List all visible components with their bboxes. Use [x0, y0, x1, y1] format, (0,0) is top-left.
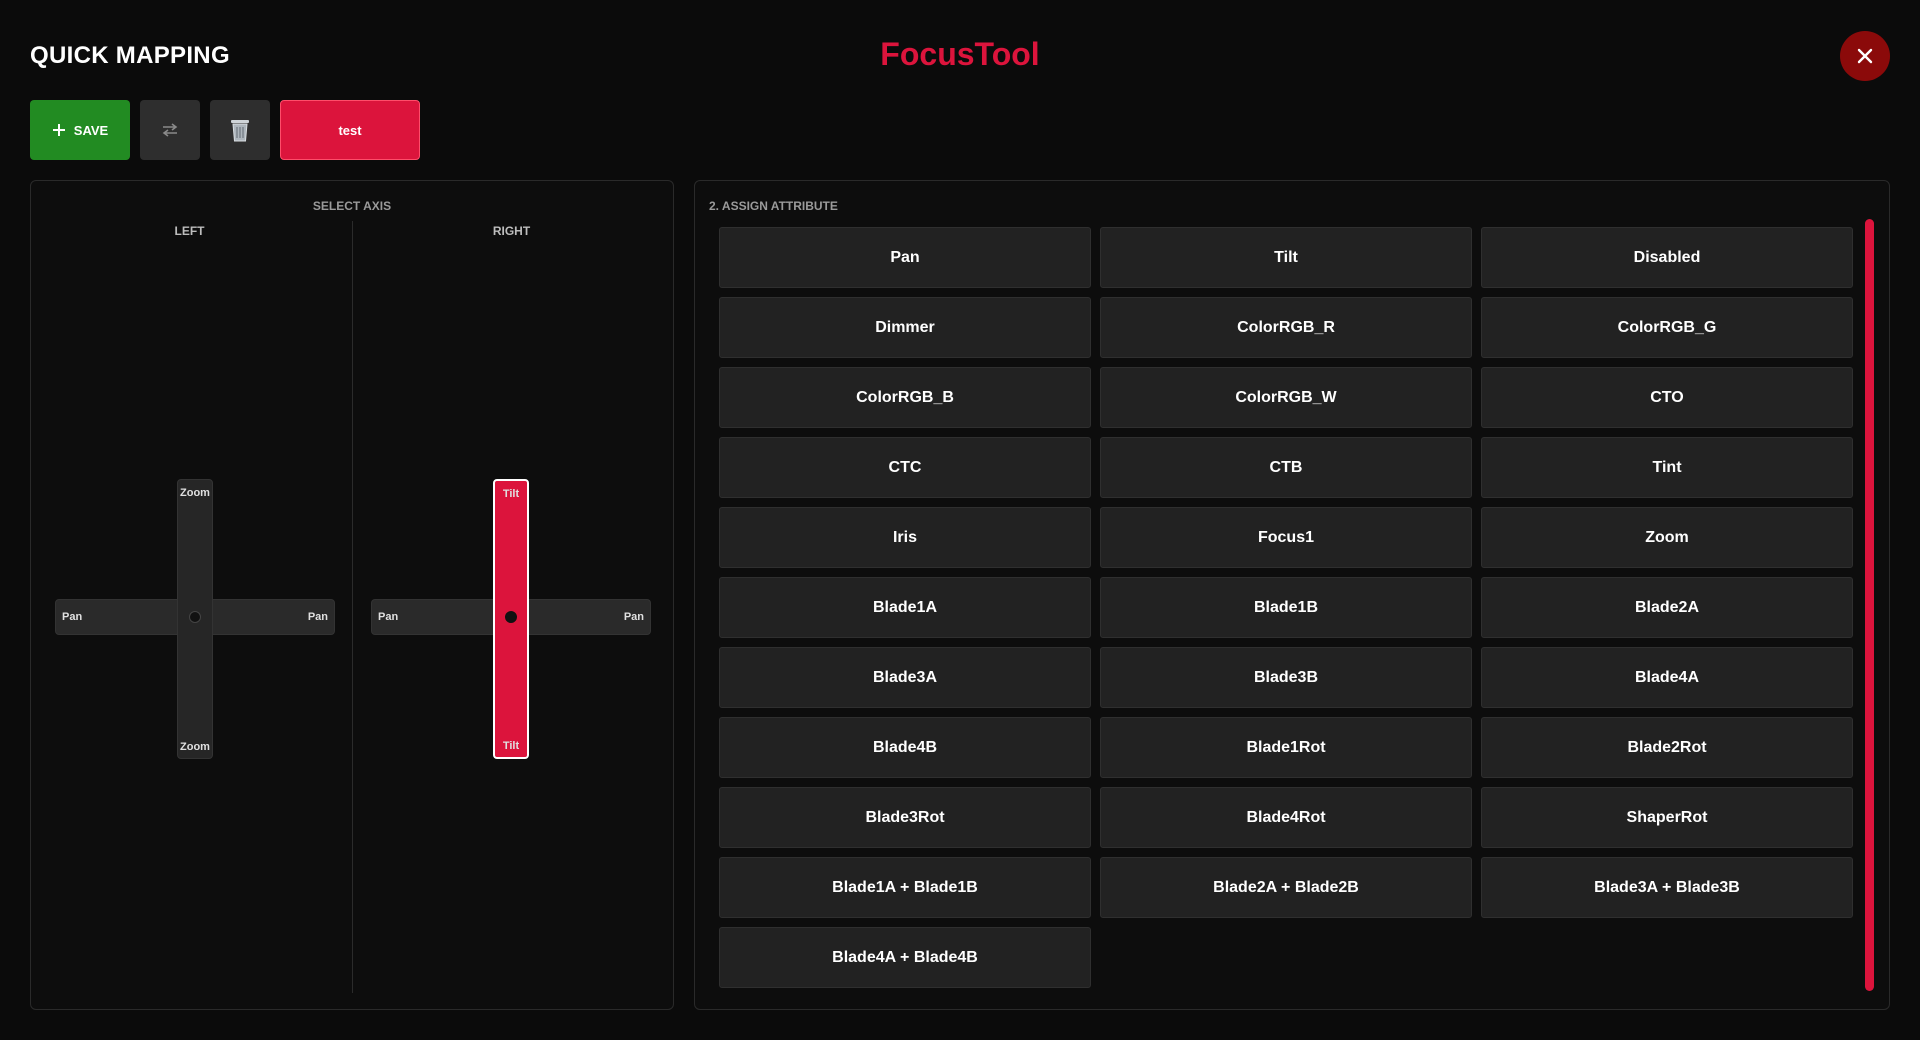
- attribute-button[interactable]: Iris: [719, 507, 1091, 568]
- attribute-button[interactable]: Tint: [1481, 437, 1853, 498]
- attribute-button[interactable]: Blade1Rot: [1100, 717, 1472, 778]
- attribute-button[interactable]: Blade2A: [1481, 577, 1853, 638]
- assign-attribute-caption: 2. ASSIGN ATTRIBUTE: [709, 199, 838, 213]
- column-divider: [352, 221, 353, 993]
- attribute-button[interactable]: Blade1A: [719, 577, 1091, 638]
- right-stick: Pan Pan Tilt Tilt: [371, 479, 651, 759]
- attribute-button[interactable]: ColorRGB_W: [1100, 367, 1472, 428]
- attribute-button[interactable]: Blade4A + Blade4B: [719, 927, 1091, 988]
- attribute-button[interactable]: Blade4B: [719, 717, 1091, 778]
- attribute-button[interactable]: Blade3A + Blade3B: [1481, 857, 1853, 918]
- select-axis-caption: SELECT AXIS: [312, 199, 392, 213]
- save-button[interactable]: SAVE: [30, 100, 130, 160]
- attribute-button[interactable]: Blade1A + Blade1B: [719, 857, 1091, 918]
- toolbar: SAVE test: [30, 100, 420, 160]
- attribute-button[interactable]: Blade2A + Blade2B: [1100, 857, 1472, 918]
- swap-button[interactable]: [140, 100, 200, 160]
- attribute-button[interactable]: CTB: [1100, 437, 1472, 498]
- left-h-axis-label-left: Pan: [62, 611, 83, 623]
- close-button[interactable]: [1840, 31, 1890, 81]
- attribute-button[interactable]: Blade4A: [1481, 647, 1853, 708]
- attribute-button[interactable]: Blade4Rot: [1100, 787, 1472, 848]
- attribute-button[interactable]: Blade3A: [719, 647, 1091, 708]
- quick-mapping-dialog: QUICK MAPPING FocusTool SAVE test SELECT…: [0, 0, 1920, 1040]
- right-v-axis-label-top: Tilt: [502, 488, 520, 500]
- right-stick-center-dot: [505, 611, 517, 623]
- plus-icon: [52, 124, 65, 136]
- right-v-axis-label-bottom: Tilt: [502, 740, 520, 752]
- attribute-button[interactable]: Zoom: [1481, 507, 1853, 568]
- left-h-axis-label-right: Pan: [307, 611, 328, 623]
- assign-attribute-panel: 2. ASSIGN ATTRIBUTE Pan Tilt Disabled Dimme…: [694, 180, 1890, 1010]
- attribute-button[interactable]: Blade2Rot: [1481, 717, 1853, 778]
- attribute-button[interactable]: ColorRGB_R: [1100, 297, 1472, 358]
- right-h-axis-label-left: Pan: [378, 611, 399, 623]
- swap-arrows-icon: [162, 123, 178, 137]
- attribute-grid: Pan Tilt Disabled Dimmer ColorRGB_R ColorRGB_…: [719, 227, 1853, 988]
- save-label: SAVE: [73, 122, 109, 138]
- left-v-axis-label-bottom: Zoom: [180, 741, 210, 753]
- left-stick-label: LEFT: [174, 224, 205, 238]
- attribute-button[interactable]: Blade3B: [1100, 647, 1472, 708]
- attribute-button[interactable]: ShaperRot: [1481, 787, 1853, 848]
- left-stick: Pan Pan Zoom Zoom: [55, 479, 335, 759]
- close-icon: [1857, 48, 1873, 64]
- right-stick-label: RIGHT: [492, 224, 531, 238]
- attribute-button[interactable]: ColorRGB_B: [719, 367, 1091, 428]
- attribute-button[interactable]: Dimmer: [719, 297, 1091, 358]
- attribute-button[interactable]: Pan: [719, 227, 1091, 288]
- attribute-button[interactable]: CTC: [719, 437, 1091, 498]
- attribute-button[interactable]: CTO: [1481, 367, 1853, 428]
- delete-button[interactable]: [210, 100, 270, 160]
- profile-button[interactable]: test: [280, 100, 420, 160]
- left-stick-center-dot: [189, 611, 201, 623]
- attribute-button[interactable]: Blade1B: [1100, 577, 1472, 638]
- brand-logo: FocusTool: [880, 36, 1040, 72]
- select-axis-panel: SELECT AXIS LEFT RIGHT Pan Pan Zoom Zoom…: [30, 180, 674, 1010]
- attribute-button[interactable]: Disabled: [1481, 227, 1853, 288]
- left-v-axis-label-top: Zoom: [180, 487, 210, 499]
- attribute-button[interactable]: ColorRGB_G: [1481, 297, 1853, 358]
- attribute-button[interactable]: Focus1: [1100, 507, 1472, 568]
- attribute-list-scrollbar[interactable]: [1865, 219, 1874, 991]
- trash-icon: [231, 120, 249, 142]
- right-h-axis-label-right: Pan: [623, 611, 644, 623]
- attribute-button[interactable]: Tilt: [1100, 227, 1472, 288]
- attribute-button[interactable]: Blade3Rot: [719, 787, 1091, 848]
